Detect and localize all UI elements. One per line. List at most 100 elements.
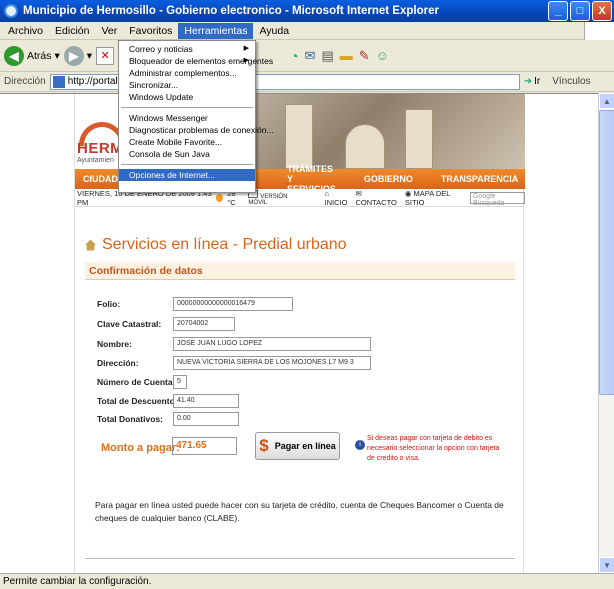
scroll-down-icon[interactable]: ▼ — [599, 557, 614, 573]
menu-item-bloqueador[interactable]: Bloqueador de elementos emergentes ▶ — [119, 55, 273, 67]
research-icon[interactable]: ✎ — [359, 48, 370, 64]
dollar-icon: $ — [259, 436, 269, 455]
menu-item-mobile-favorite[interactable]: Create Mobile Favorite... — [119, 136, 255, 148]
site-logo-sub: Ayuntamien — [77, 157, 114, 164]
cuentas-label: Número de Cuentas: — [97, 377, 181, 387]
messenger-icon[interactable]: ☺ — [376, 48, 389, 63]
sitemap-icon: ◉ — [404, 188, 412, 198]
contacto-link[interactable]: ✉ CONTACTO — [355, 189, 400, 207]
toolbar-right-icons: ◔ ✉ ▤ ▬ ✎ ☺ — [290, 48, 389, 64]
chevron-down-icon: ▾ — [86, 49, 93, 62]
menu-item-opciones-internet[interactable]: Opciones de Internet... — [119, 169, 255, 181]
donativos-field[interactable]: 0.00 — [173, 412, 239, 426]
menu-item-label: Administrar complementos... — [129, 68, 237, 78]
go-button[interactable]: ➜ Ir — [524, 76, 541, 87]
folio-label: Folio: — [97, 299, 121, 309]
version-movil-link[interactable]: VERSIÓN MÓVIL — [248, 189, 302, 206]
menu-item-windows-update[interactable]: Windows Update — [119, 91, 255, 103]
page-icon — [52, 75, 65, 88]
home-icon — [85, 239, 96, 251]
direccion-field[interactable]: NUEVA VICTORIA SIERRA DE LOS MOJONES L7 … — [173, 356, 371, 370]
pay-online-label: Pagar en línea — [274, 441, 336, 451]
nombre-label: Nombre: — [97, 339, 132, 349]
menu-item-messenger[interactable]: Windows Messenger — [119, 112, 255, 124]
mail-icon[interactable]: ✉ — [305, 48, 316, 64]
back-label: Atrás — [27, 49, 52, 62]
menu-separator — [121, 107, 253, 108]
menu-item-correo[interactable]: Correo y noticias ▶ — [119, 43, 255, 55]
menu-ayuda[interactable]: Ayuda — [253, 23, 295, 39]
forward-arrow-icon: ▶ — [63, 45, 84, 66]
stop-icon: ✕ — [100, 50, 110, 62]
scroll-thumb[interactable] — [599, 110, 614, 395]
cuentas-field[interactable]: 5 — [173, 375, 187, 389]
menu-item-label: Bloqueador de elementos emergentes — [129, 56, 274, 66]
menu-item-label: Windows Messenger — [129, 113, 208, 123]
ie-icon — [4, 4, 18, 18]
menu-ver[interactable]: Ver — [95, 23, 123, 39]
clave-field[interactable]: 20704002 — [173, 317, 235, 331]
minimize-button[interactable]: _ — [548, 1, 568, 21]
forward-button[interactable]: ▶ ▾ — [63, 45, 93, 66]
nombre-field[interactable]: JOSE JUAN LUGO LOPEZ — [173, 337, 371, 351]
menu-item-label: Windows Update — [129, 92, 194, 102]
maximize-button[interactable]: □ — [570, 1, 590, 21]
menu-item-label: Diagnosticar problemas de conexión... — [129, 125, 274, 135]
descuentos-label: Total de Descuentos: — [97, 396, 183, 406]
menu-favoritos[interactable]: Favoritos — [123, 23, 178, 39]
window-title: Municipio de Hermosillo - Gobierno elect… — [23, 5, 439, 17]
menu-edicion[interactable]: Edición — [49, 23, 95, 39]
folio-field[interactable]: 00000000000000016479 — [173, 297, 293, 311]
history-icon[interactable]: ◔ — [290, 48, 298, 64]
print-icon[interactable]: ▤ — [321, 48, 333, 64]
links-label[interactable]: Vínculos — [552, 76, 590, 87]
status-bar: Permite cambiar la configuración. — [0, 573, 614, 589]
mapa-link[interactable]: ◉ MAPA DEL SITIO — [405, 189, 466, 207]
home-icon: ⌂ — [324, 188, 330, 198]
menu-item-java-console[interactable]: Consola de Sun Java — [119, 148, 255, 160]
menu-separator — [121, 164, 253, 165]
menu-archivo[interactable]: Archivo — [2, 23, 49, 39]
menu-item-complementos[interactable]: Administrar complementos... — [119, 67, 255, 79]
submenu-arrow-icon: ▶ — [243, 45, 249, 52]
menu-herramientas[interactable]: Herramientas — [178, 22, 254, 39]
pay-online-button[interactable]: $ Pagar en línea — [255, 432, 340, 460]
menu-item-label: Create Mobile Favorite... — [129, 137, 223, 147]
mail-icon: ✉ — [355, 188, 362, 198]
folder-icon[interactable]: ▬ — [340, 48, 353, 63]
payment-info-text: Para pagar en línea usted puede hacer co… — [95, 500, 504, 523]
donativos-label: Total Donativos: — [97, 414, 163, 424]
descuentos-field[interactable]: 41.40 — [173, 394, 239, 408]
scroll-up-icon[interactable]: ▲ — [599, 93, 614, 109]
section-header: Confirmación de datos — [85, 262, 515, 280]
window-controls: _ □ X — [548, 1, 612, 21]
site-search-input[interactable]: Google Búsqueda — [469, 191, 526, 207]
menu-item-label: Sincronizar... — [129, 80, 179, 90]
chevron-down-icon: ▾ — [54, 49, 60, 62]
status-text: Permite cambiar la configuración. — [3, 576, 152, 587]
page-title-text: Servicios en línea - Predial urbano — [102, 236, 347, 253]
cathedral-tower — [285, 104, 313, 169]
back-arrow-icon: ◀ — [4, 45, 24, 66]
close-button[interactable]: X — [592, 1, 612, 21]
sun-icon — [215, 193, 224, 202]
menu-item-label: Opciones de Internet... — [129, 170, 215, 180]
clave-label: Clave Catastral: — [97, 319, 162, 329]
inicio-label: INICIO — [324, 197, 348, 207]
address-label: Dirección — [4, 76, 46, 87]
vertical-scrollbar[interactable]: ▲ ▼ — [598, 93, 614, 573]
windows-logo-icon — [584, 22, 614, 40]
monto-field[interactable]: 471.65 — [172, 437, 237, 455]
menu-bar: Archivo Edición Ver Favoritos Herramient… — [0, 22, 614, 40]
nav-gobierno[interactable]: GOBIERNO — [356, 174, 421, 184]
nav-transparencia[interactable]: TRANSPARENCIA — [433, 174, 526, 184]
menu-item-diagnosticar[interactable]: Diagnosticar problemas de conexión... — [119, 124, 274, 136]
menu-item-label: Consola de Sun Java — [129, 149, 210, 159]
contacto-label: CONTACTO — [355, 197, 397, 207]
title-bar: Municipio de Hermosillo - Gobierno elect… — [0, 0, 614, 22]
inicio-link[interactable]: ⌂ INICIO — [325, 189, 352, 207]
menu-item-sincronizar[interactable]: Sincronizar... — [119, 79, 255, 91]
back-button[interactable]: ◀ Atrás ▾ — [4, 45, 60, 66]
stop-button[interactable]: ✕ — [96, 46, 115, 65]
menu-item-label: Correo y noticias — [129, 44, 193, 54]
